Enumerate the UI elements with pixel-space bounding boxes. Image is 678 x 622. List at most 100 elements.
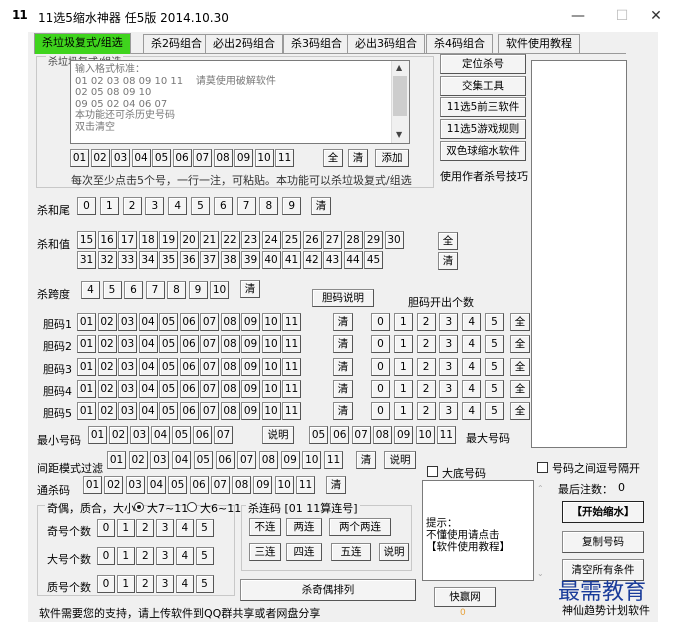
parity-count-button[interactable]: 2 bbox=[136, 519, 155, 537]
dan-count-button[interactable]: 2 bbox=[416, 379, 436, 398]
dan-number-button[interactable]: 07 bbox=[200, 313, 219, 331]
parity-count-button[interactable]: 5 bbox=[195, 519, 214, 537]
min-number-button[interactable]: 03 bbox=[130, 426, 149, 444]
through-number-button[interactable]: 04 bbox=[146, 476, 166, 494]
dan-number-button[interactable]: 08 bbox=[220, 335, 240, 354]
sum-tail-button[interactable]: 5 bbox=[191, 197, 210, 215]
sum-value-button[interactable]: 23 bbox=[241, 231, 260, 249]
sum-value-button[interactable]: 35 bbox=[159, 251, 178, 269]
gap-number-button[interactable]: 03 bbox=[150, 451, 170, 469]
sum-value-button[interactable]: 37 bbox=[200, 251, 219, 269]
parity-count-button[interactable]: 5 bbox=[195, 547, 214, 565]
big-7-11-radio[interactable] bbox=[134, 502, 144, 512]
number-button[interactable]: 11 bbox=[275, 149, 294, 167]
dan-number-button[interactable]: 04 bbox=[138, 335, 158, 354]
dan-count-button[interactable]: 0 bbox=[371, 402, 390, 421]
sum-value-button[interactable]: 24 bbox=[261, 231, 281, 249]
sum-tail-button[interactable]: 7 bbox=[236, 197, 256, 215]
dan-count-button[interactable]: 2 bbox=[416, 335, 436, 354]
comma-checkbox[interactable] bbox=[537, 462, 548, 473]
sum-value-button[interactable]: 15 bbox=[77, 231, 96, 249]
span-button[interactable]: 6 bbox=[124, 281, 143, 299]
sum-value-button[interactable]: 42 bbox=[302, 251, 322, 269]
parity-count-button[interactable]: 0 bbox=[97, 575, 115, 593]
span-button[interactable]: 4 bbox=[81, 281, 100, 299]
max-number-button[interactable]: 10 bbox=[415, 426, 435, 444]
through-number-button[interactable]: 03 bbox=[125, 476, 145, 494]
dan-count-button[interactable]: 3 bbox=[439, 379, 459, 398]
scrollbar-thumb[interactable] bbox=[393, 76, 407, 116]
number-button[interactable]: 05 bbox=[152, 149, 171, 167]
dan-count-button[interactable]: 1 bbox=[393, 313, 413, 331]
sum-value-button[interactable]: 19 bbox=[159, 231, 178, 249]
dan-number-button[interactable]: 05 bbox=[159, 402, 178, 421]
tool-button-3[interactable]: 11选5游戏规则 bbox=[440, 119, 526, 139]
dan-count-button[interactable]: 4 bbox=[462, 335, 482, 354]
dan-count-button[interactable]: 0 bbox=[371, 335, 390, 354]
dan-count-button[interactable]: 1 bbox=[393, 379, 413, 398]
sum-tail-button[interactable]: 3 bbox=[145, 197, 165, 215]
span-button[interactable]: 5 bbox=[102, 281, 122, 299]
tab-4[interactable]: 必出3码组合 bbox=[347, 34, 425, 53]
through-clear-button[interactable]: 清 bbox=[326, 476, 346, 494]
sum-value-button[interactable]: 26 bbox=[302, 231, 322, 249]
dan-clear-button[interactable]: 清 bbox=[333, 313, 353, 331]
gap-help-button[interactable]: 说明 bbox=[384, 451, 416, 469]
through-number-button[interactable]: 10 bbox=[274, 476, 294, 494]
number-button[interactable]: 08 bbox=[213, 149, 233, 167]
result-list[interactable] bbox=[531, 60, 627, 448]
gap-number-button[interactable]: 10 bbox=[302, 451, 322, 469]
sum-tail-button[interactable]: 0 bbox=[77, 197, 96, 215]
dan-number-button[interactable]: 10 bbox=[261, 357, 281, 376]
dan-help-button[interactable]: 胆码说明 bbox=[312, 289, 374, 307]
min-number-button[interactable]: 04 bbox=[151, 426, 170, 444]
dan-number-button[interactable]: 03 bbox=[118, 402, 137, 421]
dan-all-button[interactable]: 全 bbox=[510, 313, 530, 331]
through-number-button[interactable]: 11 bbox=[296, 476, 315, 494]
dan-number-button[interactable]: 06 bbox=[179, 379, 199, 398]
tip-up-icon[interactable]: ⌃ bbox=[537, 484, 544, 493]
tool-button-4[interactable]: 双色球缩水软件 bbox=[440, 141, 526, 161]
gap-number-button[interactable]: 11 bbox=[324, 451, 343, 469]
through-number-button[interactable]: 05 bbox=[168, 476, 188, 494]
gap-number-button[interactable]: 06 bbox=[215, 451, 235, 469]
sum-tail-button[interactable]: 2 bbox=[122, 197, 142, 215]
tab-6[interactable]: 软件使用教程 bbox=[498, 34, 580, 53]
tab-5[interactable]: 杀4码组合 bbox=[426, 34, 493, 53]
gap-clear-button[interactable]: 清 bbox=[356, 451, 376, 469]
sum-value-button[interactable]: 32 bbox=[97, 251, 117, 269]
dan-number-button[interactable]: 11 bbox=[282, 402, 301, 421]
dan-count-button[interactable]: 4 bbox=[462, 402, 482, 421]
dan-number-button[interactable]: 03 bbox=[118, 335, 137, 354]
parity-count-button[interactable]: 3 bbox=[156, 519, 175, 537]
sum-value-button[interactable]: 20 bbox=[179, 231, 199, 249]
dan-count-button[interactable]: 5 bbox=[485, 313, 504, 331]
sum-value-button[interactable]: 34 bbox=[138, 251, 158, 269]
number-input[interactable]: 输入格式标准： 01 02 03 08 09 10 11 请莫使用破解软件 02… bbox=[70, 60, 410, 144]
dan-number-button[interactable]: 11 bbox=[282, 313, 301, 331]
parity-count-button[interactable]: 4 bbox=[175, 519, 194, 537]
number-button[interactable]: 06 bbox=[172, 149, 192, 167]
sum-value-button[interactable]: 25 bbox=[282, 231, 301, 249]
dan-number-button[interactable]: 09 bbox=[241, 379, 260, 398]
dan-count-button[interactable]: 2 bbox=[416, 357, 436, 376]
max-number-button[interactable]: 07 bbox=[351, 426, 371, 444]
sum-value-button[interactable]: 38 bbox=[220, 251, 240, 269]
dan-count-button[interactable]: 3 bbox=[439, 313, 459, 331]
dan-number-button[interactable]: 01 bbox=[77, 379, 96, 398]
number-button[interactable]: 02 bbox=[90, 149, 110, 167]
parity-count-button[interactable]: 0 bbox=[97, 547, 115, 565]
dan-clear-button[interactable]: 清 bbox=[333, 335, 353, 354]
span-button[interactable]: 8 bbox=[167, 281, 186, 299]
dan-number-button[interactable]: 06 bbox=[179, 402, 199, 421]
dan-number-button[interactable]: 01 bbox=[77, 357, 96, 376]
sum-value-button[interactable]: 39 bbox=[241, 251, 260, 269]
number-button[interactable]: 07 bbox=[193, 149, 212, 167]
min-number-button[interactable]: 05 bbox=[172, 426, 191, 444]
dan-number-button[interactable]: 01 bbox=[77, 313, 96, 331]
sum-value-button[interactable]: 41 bbox=[282, 251, 301, 269]
sum-value-button[interactable]: 36 bbox=[179, 251, 199, 269]
parity-count-button[interactable]: 2 bbox=[136, 547, 155, 565]
max-number-button[interactable]: 05 bbox=[309, 426, 328, 444]
dan-number-button[interactable]: 11 bbox=[282, 335, 301, 354]
